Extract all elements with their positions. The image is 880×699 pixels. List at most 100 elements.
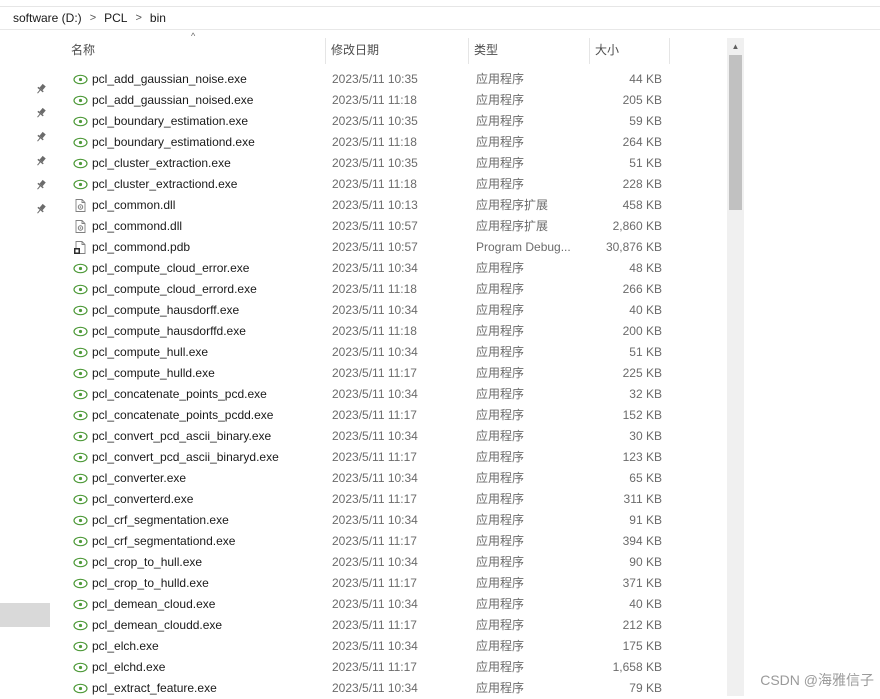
file-row[interactable]: pcl_crf_segmentationd.exe 2023/5/11 11:17… [66,531,676,552]
file-name: pcl_commond.pdb [92,240,191,254]
file-type: 应用程序 [476,471,525,485]
file-row[interactable]: pcl_crop_to_hull.exe 2023/5/11 10:34 应用程序 9… [66,552,676,573]
file-name: pcl_boundary_estimationd.exe [92,135,255,149]
file-row[interactable]: pcl_demean_cloud.exe 2023/5/11 10:34 应用程序 4… [66,594,676,615]
file-name: pcl_compute_hausdorff.exe [92,303,240,317]
navigation-selected-item[interactable] [0,603,50,627]
file-size: 228 KB [622,177,662,191]
file-size: 225 KB [622,366,662,380]
file-name: pcl_compute_cloud_errord.exe [92,282,257,296]
breadcrumb-drive[interactable]: software (D:) [0,11,86,25]
vertical-scrollbar[interactable]: ▲ [727,38,744,696]
file-size: 40 KB [629,597,662,611]
file-row[interactable]: pcl_elch.exe 2023/5/11 10:34 应用程序 175 KB [66,636,676,657]
scrollbar-thumb[interactable] [729,55,742,210]
file-type: 应用程序 [476,660,525,674]
breadcrumb: software (D:) > PCL > bin [0,7,880,30]
file-row[interactable]: pcl_crop_to_hulld.exe 2023/5/11 11:17 应用程序… [66,573,676,594]
application-icon [73,576,88,591]
file-type: Program Debug... [476,240,571,254]
file-size: 200 KB [622,324,662,338]
breadcrumb-bin[interactable]: bin [146,11,170,25]
file-row[interactable]: pcl_commond.pdb 2023/5/11 10:57 Program De… [66,237,676,258]
watermark: CSDN @海雅信子 [760,672,874,688]
file-row[interactable]: pcl_elchd.exe 2023/5/11 11:17 应用程序 1,658 KB [66,657,676,678]
file-name: pcl_common.dll [92,198,176,212]
column-header-type[interactable]: 类型 [468,38,589,64]
file-row[interactable]: pcl_concatenate_points_pcdd.exe 2023/5/11… [66,405,676,426]
file-date: 2023/5/11 10:57 [332,219,418,233]
file-row[interactable]: pcl_concatenate_points_pcd.exe 2023/5/11 … [66,384,676,405]
file-name: pcl_concatenate_points_pcd.exe [92,387,267,401]
file-name: pcl_crop_to_hull.exe [92,555,203,569]
file-name: pcl_cluster_extractiond.exe [92,177,238,191]
file-date: 2023/5/11 10:34 [332,429,418,443]
file-size: 1,658 KB [612,660,662,674]
file-size: 212 KB [622,618,662,632]
application-icon [73,555,88,570]
file-row[interactable]: pcl_demean_cloudd.exe 2023/5/11 11:17 应用程序… [66,615,676,636]
column-header-size-label: 大小 [595,43,620,57]
file-date: 2023/5/11 10:57 [332,240,418,254]
file-row[interactable]: pcl_commond.dll 2023/5/11 10:57 应用程序扩展 2,86… [66,216,676,237]
pdb-file-icon [73,240,88,255]
file-row[interactable]: pcl_compute_hausdorffd.exe 2023/5/11 11:1… [66,321,676,342]
file-type: 应用程序扩展 [476,219,549,233]
file-date: 2023/5/11 10:34 [332,597,418,611]
file-row[interactable]: pcl_converter.exe 2023/5/11 10:34 应用程序 65 K… [66,468,676,489]
column-header-name-label: 名称 [71,43,96,57]
application-icon [73,282,88,297]
file-row[interactable]: pcl_compute_cloud_errord.exe 2023/5/11 11… [66,279,676,300]
file-date: 2023/5/11 11:17 [332,534,417,548]
file-date: 2023/5/11 10:34 [332,555,418,569]
file-type: 应用程序 [476,408,525,422]
file-type: 应用程序 [476,513,525,527]
file-type: 应用程序 [476,282,525,296]
file-size: 266 KB [622,282,662,296]
breadcrumb-separator-icon[interactable]: > [131,12,145,24]
file-row[interactable]: pcl_cluster_extractiond.exe 2023/5/11 11:… [66,174,676,195]
file-row[interactable]: pcl_boundary_estimation.exe 2023/5/11 10:… [66,111,676,132]
dll-file-icon [73,219,88,234]
file-row[interactable]: pcl_compute_hulld.exe 2023/5/11 11:17 应用程序… [66,363,676,384]
file-size: 59 KB [629,114,662,128]
file-row[interactable]: pcl_convert_pcd_ascii_binary.exe 2023/5/1… [66,426,676,447]
file-name: pcl_demean_cloud.exe [92,597,216,611]
application-icon [73,135,88,150]
application-icon [73,660,88,675]
scroll-up-icon[interactable]: ▲ [727,38,744,55]
file-size: 30 KB [629,429,662,443]
file-name: pcl_crop_to_hulld.exe [92,576,209,590]
breadcrumb-separator-icon[interactable]: > [86,12,100,24]
file-date: 2023/5/11 10:34 [332,387,418,401]
file-size: 32 KB [629,387,662,401]
application-icon [73,534,88,549]
file-row[interactable]: pcl_common.dll 2023/5/11 10:13 应用程序扩展 458 K… [66,195,676,216]
breadcrumb-pcl[interactable]: PCL [100,11,131,25]
file-row[interactable]: pcl_converterd.exe 2023/5/11 11:17 应用程序 311… [66,489,676,510]
application-icon [73,681,88,696]
file-type: 应用程序 [476,177,525,191]
column-header-size[interactable]: 大小 [589,38,670,64]
file-row[interactable]: pcl_compute_cloud_error.exe 2023/5/11 10:… [66,258,676,279]
file-date: 2023/5/11 10:34 [332,639,418,653]
file-row[interactable]: pcl_add_gaussian_noised.exe 2023/5/11 11:… [66,90,676,111]
file-row[interactable]: pcl_convert_pcd_ascii_binaryd.exe 2023/5/… [66,447,676,468]
file-type: 应用程序 [476,534,525,548]
column-header-name[interactable]: ^ 名称 [66,31,325,64]
file-row[interactable]: pcl_add_gaussian_noise.exe 2023/5/11 10:3… [66,69,676,90]
file-name: pcl_compute_hausdorffd.exe [92,324,246,338]
file-row[interactable]: pcl_compute_hull.exe 2023/5/11 10:34 应用程序 5… [66,342,676,363]
file-name: pcl_concatenate_points_pcdd.exe [92,408,274,422]
sort-ascending-icon: ^ [191,31,196,41]
file-row[interactable]: pcl_cluster_extraction.exe 2023/5/11 10:3… [66,153,676,174]
file-date: 2023/5/11 10:13 [332,198,418,212]
file-date: 2023/5/11 10:34 [332,261,418,275]
file-row[interactable]: pcl_boundary_estimationd.exe 2023/5/11 11… [66,132,676,153]
file-row[interactable]: pcl_compute_hausdorff.exe 2023/5/11 10:34… [66,300,676,321]
file-size: 51 KB [629,156,662,170]
pin-icon [35,131,47,143]
file-size: 51 KB [629,345,662,359]
file-row[interactable]: pcl_crf_segmentation.exe 2023/5/11 10:34 应… [66,510,676,531]
column-header-date[interactable]: 修改日期 [325,38,468,64]
